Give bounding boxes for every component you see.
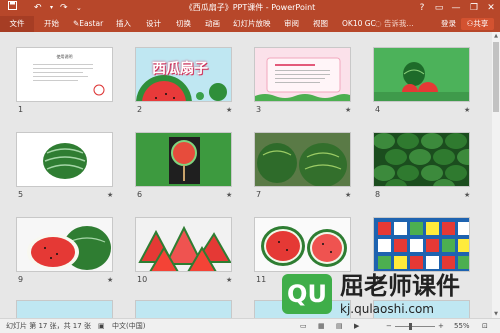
tab-transitions[interactable]: 切换: [176, 16, 191, 32]
help-icon[interactable]: ?: [414, 0, 430, 16]
tab-review[interactable]: 审阅: [284, 16, 299, 32]
slide-6-art: [136, 133, 231, 186]
minimize-button[interactable]: —: [448, 0, 464, 16]
slide-number: 3: [256, 105, 262, 114]
animation-star-icon: ★: [345, 106, 352, 114]
slide-thumbnail-3[interactable]: [254, 47, 351, 102]
slide-10-art: [136, 218, 231, 271]
slide-number: 2: [137, 105, 143, 114]
zoom-slider-handle[interactable]: [409, 323, 412, 330]
animation-star-icon: ★: [226, 276, 233, 284]
slide-thumbnail-1[interactable]: 使用说明: [16, 47, 113, 102]
slide-thumbnail-10[interactable]: [135, 217, 232, 272]
animation-star-icon: ★: [226, 106, 233, 114]
tab-view[interactable]: 视图: [313, 16, 328, 32]
slide-thumbnail-12[interactable]: [373, 217, 470, 272]
slide-5-art: [17, 133, 112, 186]
tab-design[interactable]: 设计: [146, 16, 161, 32]
zoom-slider[interactable]: [395, 326, 435, 327]
ribbon-tabs: 文件 开始 ✎Eastar 插入 设计 切换 动画 幻灯片放映 审阅 视图 OK…: [0, 16, 500, 32]
zoom-out-icon[interactable]: −: [386, 319, 392, 333]
slide-thumbnail-11[interactable]: [254, 217, 351, 272]
slide-thumbnail-5[interactable]: [16, 132, 113, 187]
animation-star-icon: ★: [345, 191, 352, 199]
slideshow-view-icon[interactable]: ▶: [354, 319, 359, 333]
slide-thumbnail-2[interactable]: 西瓜扇子: [135, 47, 232, 102]
tab-slideshow[interactable]: 幻灯片放映: [233, 16, 271, 32]
vertical-scrollbar[interactable]: ▲ ▼: [492, 32, 500, 318]
scrollbar-thumb[interactable]: [493, 42, 499, 112]
slide-12-art: [374, 218, 469, 271]
slide-8-art: [374, 133, 469, 186]
slide-number: 1: [18, 105, 24, 114]
animation-star-icon: ★: [464, 191, 471, 199]
slide-thumbnail-6[interactable]: [135, 132, 232, 187]
title-bar: ↶ ▾ ↷ ⌄ 《西瓜扇子》PPT课件 - PowerPoint ? ▭ — ❐…: [0, 0, 500, 16]
tab-eastar-label: Eastar: [79, 19, 104, 28]
slide-thumbnail-14[interactable]: [135, 300, 232, 318]
fit-to-window-icon[interactable]: ⊡: [482, 319, 488, 333]
language-status[interactable]: 中文(中国): [112, 319, 145, 333]
animation-star-icon: ★: [107, 191, 114, 199]
tab-home[interactable]: 开始: [44, 16, 59, 32]
slide-number: 4: [375, 105, 381, 114]
ribbon-display-icon[interactable]: ▭: [431, 0, 447, 16]
slide-title-text: 西瓜扇子: [152, 61, 208, 77]
lightbulb-icon: ◌: [375, 19, 384, 28]
slide-count-status: 幻灯片 第 17 张，共 17 张: [6, 322, 91, 330]
slide-7-art: [255, 133, 350, 186]
slide-sorter-view-icon[interactable]: ▦: [318, 319, 325, 333]
slide-number: 5: [18, 190, 24, 199]
slide-1-body: [33, 64, 105, 96]
slide-thumbnail-4[interactable]: [373, 47, 470, 102]
tab-insert[interactable]: 插入: [116, 16, 131, 32]
zoom-in-icon[interactable]: +: [438, 319, 444, 333]
scroll-up-icon[interactable]: ▲: [492, 32, 500, 40]
slide-number: 9: [18, 275, 24, 284]
status-bar: 幻灯片 第 17 张，共 17 张 ▣ 中文(中国) ▭ ▦ ▤ ▶ − + 5…: [0, 318, 500, 333]
proofing-icon[interactable]: ▣: [98, 319, 105, 333]
slide-number: 11: [256, 275, 267, 284]
tab-ok10[interactable]: OK10 GC: [342, 16, 376, 32]
restore-button[interactable]: ❐: [466, 0, 482, 16]
reading-view-icon[interactable]: ▤: [336, 319, 343, 333]
animation-star-icon: ★: [464, 106, 471, 114]
animation-star-icon: ★: [226, 191, 233, 199]
slide-9-art: [17, 218, 112, 271]
slide-thumbnail-13[interactable]: [16, 300, 113, 318]
tab-eastar[interactable]: ✎Eastar: [73, 16, 103, 32]
slide-thumbnail-9[interactable]: [16, 217, 113, 272]
animation-star-icon: ★: [107, 276, 114, 284]
scroll-down-icon[interactable]: ▼: [492, 310, 500, 318]
tab-file[interactable]: 文件: [0, 16, 34, 32]
tell-me-label: 告诉我...: [383, 19, 414, 28]
slide-11-art: [255, 218, 350, 271]
share-label: 共享: [473, 19, 489, 28]
slide-number: 10: [137, 275, 148, 284]
close-button[interactable]: ✕: [483, 0, 499, 16]
tab-animations[interactable]: 动画: [205, 16, 220, 32]
zoom-level[interactable]: 55%: [454, 319, 470, 333]
slide-thumbnail-8[interactable]: [373, 132, 470, 187]
slide-4-art: [374, 48, 469, 101]
watermark-logo: QU: [282, 274, 332, 314]
watermark: QU 屈老师课件 kj.qulaoshi.com: [282, 272, 492, 322]
share-button[interactable]: ⚇共享: [461, 18, 494, 30]
slide-number: 6: [137, 190, 143, 199]
tell-me-search[interactable]: ◌ 告诉我...: [375, 16, 414, 32]
watermark-url: kj.qulaoshi.com: [340, 302, 434, 316]
slide-thumbnail-7[interactable]: [254, 132, 351, 187]
slide-number: 7: [256, 190, 262, 199]
login-button[interactable]: 登录: [441, 16, 456, 32]
slide-3-art: [255, 48, 350, 101]
slide-number: 8: [375, 190, 381, 199]
normal-view-icon[interactable]: ▭: [300, 319, 307, 333]
watermark-brand: 屈老师课件: [340, 272, 460, 300]
